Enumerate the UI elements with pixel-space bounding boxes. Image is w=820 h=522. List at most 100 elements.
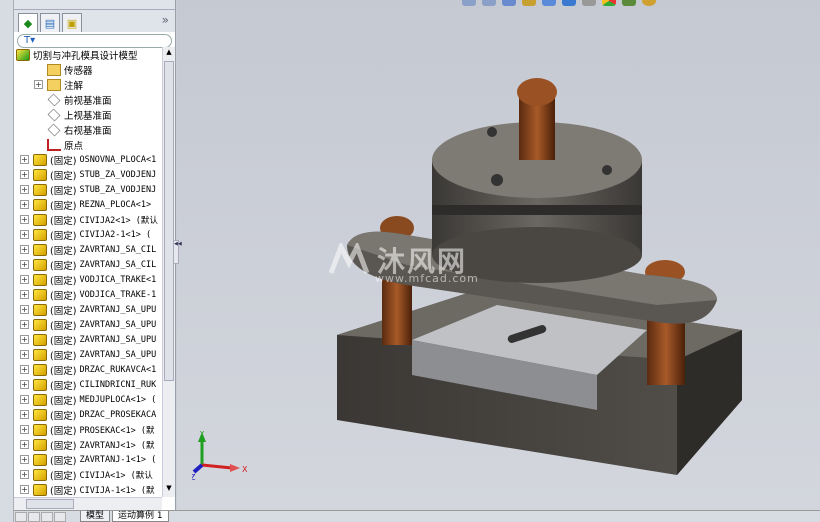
- expand-toggle[interactable]: +: [20, 380, 29, 389]
- axis-triad: Y X Z: [192, 430, 248, 480]
- tree-part-item[interactable]: + (固定) DRZAC_RUKAVCA<1: [14, 362, 156, 377]
- assembly-icon: [16, 48, 30, 61]
- expand-toggle[interactable]: +: [20, 260, 29, 269]
- tree-item[interactable]: 原点: [14, 137, 83, 152]
- expand-toggle[interactable]: +: [20, 275, 29, 284]
- expand-toggle[interactable]: +: [20, 305, 29, 314]
- next-tab-button[interactable]: [41, 511, 53, 522]
- tree-item[interactable]: + 注解: [14, 77, 83, 92]
- tree-part-item[interactable]: + (固定) CIVIJA2-1<1> (: [14, 227, 151, 242]
- fixed-prefix: (固定): [50, 305, 77, 317]
- tree-item-label: 原点: [64, 140, 84, 152]
- expand-toggle[interactable]: +: [20, 155, 29, 164]
- tree-part-item[interactable]: + (固定) PROSEKAC<1> (默: [14, 422, 154, 437]
- tree-part-item[interactable]: + (固定) DRZAC_PROSEKACA: [14, 407, 156, 422]
- tree-horizontal-scrollbar[interactable]: [14, 497, 162, 510]
- part-label: STUB_ZA_VODJENJ: [79, 184, 157, 195]
- fixed-prefix: (固定): [50, 350, 77, 362]
- tree-part-item[interactable]: + (固定) CILINDRICNI_RUK: [14, 377, 156, 392]
- last-tab-button[interactable]: [54, 511, 66, 522]
- expand-toggle[interactable]: +: [20, 470, 29, 479]
- prev-tab-button[interactable]: [28, 511, 40, 522]
- part-label: CILINDRICNI_RUK: [79, 379, 157, 390]
- expand-toggle[interactable]: +: [20, 185, 29, 194]
- tree-part-item[interactable]: + (固定) ZAVRTANJ-1<1> (: [14, 452, 156, 467]
- expand-toggle[interactable]: +: [34, 80, 43, 89]
- feature-tree: 切割与冲孔模具设计模型 传感器 + 注解 前视基准面 上视基准面 右视基准面 原点 + (固定) …: [14, 47, 162, 497]
- part-icon: [33, 288, 47, 301]
- fixed-prefix: (固定): [50, 425, 77, 437]
- filter-field[interactable]: T▾: [17, 34, 172, 48]
- configuration-manager-tab[interactable]: ▣: [62, 13, 82, 32]
- tree-part-item[interactable]: + (固定) MEDJUPLOCA<1> (: [14, 392, 156, 407]
- expand-toggle[interactable]: +: [20, 440, 29, 449]
- x-label: X: [242, 465, 248, 474]
- tree-part-item[interactable]: + (固定) CIVIJA2<1> (默认: [14, 212, 158, 227]
- expand-toggle[interactable]: +: [20, 230, 29, 239]
- tree-part-item[interactable]: + (固定) ZAVRTANJ<1> (默: [14, 437, 154, 452]
- tab-model[interactable]: 模型: [80, 511, 111, 522]
- fixed-prefix: (固定): [50, 410, 77, 422]
- tree-part-item[interactable]: + (固定) ZAVRTANJ_SA_UPU: [14, 302, 156, 317]
- part-icon: [33, 168, 47, 181]
- part-icon: [33, 378, 47, 391]
- tree-root[interactable]: 切割与冲孔模具设计模型: [14, 47, 138, 62]
- part-icon: [33, 243, 47, 256]
- tree-part-item[interactable]: + (固定) VODJICA_TRAKE<1: [14, 272, 156, 287]
- part-label: ZAVRTANJ_SA_UPU: [79, 319, 157, 330]
- tree-part-item[interactable]: + (固定) CIVIJA<1> (默认: [14, 467, 153, 482]
- expand-toggle[interactable]: +: [20, 320, 29, 329]
- tree-item[interactable]: 右视基准面: [14, 122, 112, 137]
- part-icon: [33, 258, 47, 271]
- tree-item[interactable]: 前视基准面: [14, 92, 112, 107]
- part-label: DRZAC_RUKAVCA<1: [79, 364, 157, 375]
- expand-toggle[interactable]: +: [20, 215, 29, 224]
- feature-manager-tab[interactable]: ◆: [18, 13, 38, 32]
- hscroll-thumb[interactable]: [26, 499, 74, 509]
- left-toolbar-strip: [0, 0, 14, 522]
- scroll-thumb[interactable]: [164, 61, 174, 381]
- property-manager-tab[interactable]: ▤: [40, 13, 60, 32]
- first-tab-button[interactable]: [15, 511, 27, 522]
- fixed-prefix: (固定): [50, 470, 77, 482]
- expand-toggle[interactable]: +: [20, 290, 29, 299]
- fixed-prefix: (固定): [50, 260, 77, 272]
- expand-panel-icon[interactable]: »: [162, 13, 169, 27]
- expand-toggle[interactable]: +: [20, 365, 29, 374]
- scroll-down-icon[interactable]: ▼: [164, 484, 174, 496]
- fixed-prefix: (固定): [50, 485, 77, 497]
- tree-part-item[interactable]: + (固定) ZAVRTANJ_SA_CIL: [14, 242, 156, 257]
- tree-part-item[interactable]: + (固定) ZAVRTANJ_SA_CIL: [14, 257, 156, 272]
- tree-part-item[interactable]: + (固定) ZAVRTANJ_SA_UPU: [14, 317, 156, 332]
- tree-part-item[interactable]: + (固定) ZAVRTANJ_SA_UPU: [14, 347, 156, 362]
- tree-part-item[interactable]: + (固定) ZAVRTANJ_SA_UPU: [14, 332, 156, 347]
- expand-toggle[interactable]: +: [20, 410, 29, 419]
- expand-toggle[interactable]: +: [20, 335, 29, 344]
- tree-part-item[interactable]: + (固定) OSNOVNA_PLOCA<1: [14, 152, 156, 167]
- expand-toggle[interactable]: +: [20, 350, 29, 359]
- tab-motion-study[interactable]: 运动算例 1: [112, 511, 169, 522]
- part-label: VODJICA_TRAKE-1: [79, 289, 157, 300]
- z-axis: [192, 463, 204, 474]
- expand-toggle[interactable]: +: [20, 485, 29, 494]
- part-label: ZAVRTANJ_SA_UPU: [79, 349, 157, 360]
- tree-part-item[interactable]: + (固定) STUB_ZA_VODJENJ: [14, 167, 156, 182]
- tree-vertical-scrollbar[interactable]: ▲ ▼: [162, 47, 175, 497]
- expand-toggle[interactable]: +: [20, 170, 29, 179]
- tree-part-item[interactable]: + (固定) VODJICA_TRAKE-1: [14, 287, 156, 302]
- tree-item[interactable]: 传感器: [14, 62, 93, 77]
- watermark: 沐风网 www.mfcad.com: [327, 240, 478, 285]
- tree-part-item[interactable]: + (固定) REZNA_PLOCA<1>: [14, 197, 151, 212]
- scroll-up-icon[interactable]: ▲: [164, 48, 174, 60]
- tree-part-item[interactable]: + (固定) STUB_ZA_VODJENJ: [14, 182, 156, 197]
- tree-item[interactable]: 上视基准面: [14, 107, 112, 122]
- expand-toggle[interactable]: +: [20, 395, 29, 404]
- panel-splitter[interactable]: ◀◀: [173, 240, 182, 264]
- expand-toggle[interactable]: +: [20, 425, 29, 434]
- part-icon: [33, 393, 47, 406]
- expand-toggle[interactable]: +: [20, 200, 29, 209]
- expand-toggle[interactable]: +: [20, 245, 29, 254]
- graphics-viewport[interactable]: 沐风网 www.mfcad.com Y X Z: [177, 0, 820, 510]
- expand-toggle[interactable]: +: [20, 455, 29, 464]
- tree-part-item[interactable]: + (固定) CIVIJA-1<1> (默: [14, 482, 154, 497]
